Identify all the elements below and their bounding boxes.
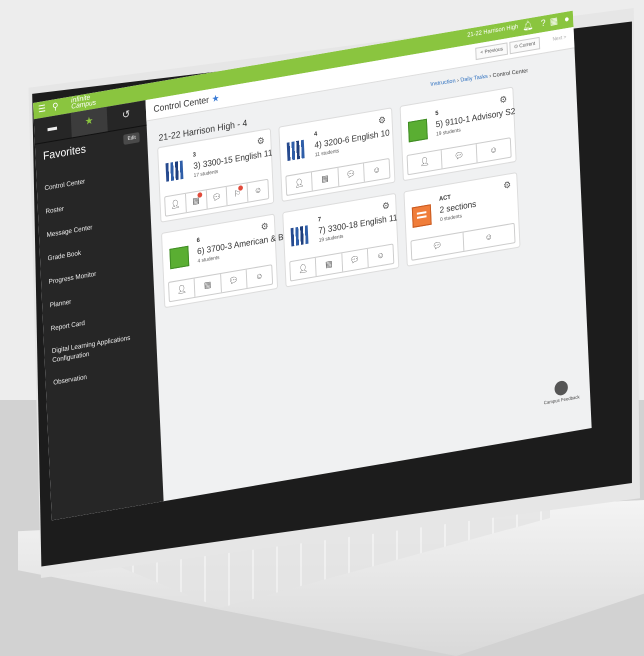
sidebar-item-control-center[interactable]: Control Center <box>44 178 85 192</box>
sidebar: ▬ ★ ↺ Favorites Edit Control Center Rost… <box>33 100 164 521</box>
gear-icon[interactable]: ⚙ <box>257 135 265 148</box>
gear-icon[interactable]: ⚙ <box>499 94 507 107</box>
card-section-name[interactable]: 3) 3300-15 English 11 <box>193 147 272 171</box>
card-student-count: 0 students <box>439 213 463 224</box>
messages-icon[interactable]: 💬︎ <box>220 269 248 293</box>
menu-icon[interactable]: ☰ <box>38 103 46 116</box>
sidebar-item-planner[interactable]: Planner <box>50 299 72 310</box>
messages-icon[interactable]: 💬︎ <box>341 248 369 272</box>
gradebook-icon[interactable]: ▤ <box>316 253 343 277</box>
card-period: 7 <box>317 216 322 224</box>
bell-icon[interactable]: 🔔︎ <box>522 20 533 33</box>
green-square-icon <box>407 118 428 143</box>
sidebar-item-observation[interactable]: Observation <box>53 374 87 387</box>
card-period: ACT <box>439 194 451 203</box>
card-actions: 👤︎ ▤ 💬︎ ⚐ ☺ <box>164 178 270 217</box>
apps-grid-icon[interactable]: ▦ <box>550 15 559 28</box>
books-icon <box>286 139 305 162</box>
card-actions: 👤︎ 💬︎ ☺ <box>406 137 512 176</box>
roster-icon[interactable]: 👤︎ <box>290 257 317 281</box>
section-card[interactable]: ⚙ 5 5) 9110-1 Advisory S2 19 students 👤︎… <box>399 86 517 182</box>
help-icon[interactable]: ? <box>541 17 546 28</box>
main-content: Control Center ★ < Previous ⊙ Current Nex… <box>145 26 591 501</box>
card-section-name[interactable]: 6) 3700-3 American & British... <box>197 229 296 256</box>
user-icon[interactable]: ● <box>564 13 570 24</box>
page-title: Control Center ★ <box>153 92 220 115</box>
current-button[interactable]: ⊙ Current <box>509 36 541 55</box>
messages-icon[interactable]: 💬︎ <box>441 144 478 169</box>
campus-feedback-button[interactable]: Campus Feedback <box>542 378 581 406</box>
behavior-icon[interactable]: ☺ <box>364 159 390 182</box>
behavior-icon[interactable]: ☺ <box>246 265 272 288</box>
attendance-icon[interactable]: ⚐ <box>227 183 249 206</box>
section-card[interactable]: ⚙ 6 6) 3700-3 American & British... 4 st… <box>161 213 296 309</box>
gear-icon[interactable]: ⚙ <box>378 114 386 127</box>
card-section-name[interactable]: 4) 3200-6 English 10 <box>314 127 390 150</box>
alert-badge <box>197 192 202 199</box>
alert-badge <box>238 185 244 191</box>
card-actions: 👤︎ ▤ 💬︎ ☺ <box>289 243 395 282</box>
gradebook-icon[interactable]: ▤ <box>312 167 339 191</box>
favorite-star-icon[interactable]: ★ <box>212 93 220 104</box>
sidebar-item-report-card[interactable]: Report Card <box>51 320 85 333</box>
sidebar-item-message-center[interactable]: Message Center <box>46 224 92 239</box>
gear-icon[interactable]: ⚙ <box>261 221 269 234</box>
roster-icon[interactable]: 👤︎ <box>286 172 313 195</box>
messages-icon[interactable]: 💬︎ <box>206 186 228 209</box>
card-period: 6 <box>196 237 201 245</box>
folder-tab-icon[interactable]: ▬ <box>34 113 71 144</box>
card-actions: 👤︎ ▤ 💬︎ ☺ <box>285 157 391 197</box>
card-period: 4 <box>313 131 318 138</box>
green-square-icon <box>169 245 190 270</box>
roster-icon[interactable]: 👤︎ <box>165 193 187 216</box>
card-period: 5 <box>435 110 439 118</box>
card-student-count: 11 students <box>314 148 340 159</box>
history-tab-icon[interactable]: ↺ <box>108 100 145 131</box>
gradebook-icon[interactable]: ▤ <box>185 190 208 213</box>
behavior-icon[interactable]: ☺ <box>368 245 394 268</box>
sidebar-item-progress-monitor[interactable]: Progress Monitor <box>49 271 97 286</box>
sidebar-item-grade-book[interactable]: Grade Book <box>48 250 82 263</box>
card-student-count: 17 students <box>193 168 219 180</box>
feedback-bubble-icon <box>554 379 569 397</box>
card-student-count: 19 students <box>436 127 461 138</box>
books-icon <box>290 225 309 247</box>
section-card[interactable]: ⚙ 4 4) 3200-6 English 10 11 students 👤︎ … <box>278 107 396 203</box>
search-icon[interactable]: ⚲ <box>52 101 59 113</box>
orange-doc-icon <box>411 204 432 228</box>
section-card[interactable]: ⚙ ACT 2 sections 0 students 💬︎ ☺ <box>403 172 521 267</box>
section-card[interactable]: ⚙ 7 7) 3300-18 English 11 19 students 👤︎… <box>282 192 400 288</box>
roster-icon[interactable]: 👤︎ <box>169 278 196 302</box>
card-student-count: 19 students <box>318 233 344 244</box>
edit-favorites-button[interactable]: Edit <box>123 132 140 145</box>
sidebar-item-roster[interactable]: Roster <box>45 205 64 215</box>
messages-icon[interactable]: 💬︎ <box>411 232 464 260</box>
roster-icon[interactable]: 👤︎ <box>407 149 443 175</box>
gear-icon[interactable]: ⚙ <box>503 179 511 192</box>
previous-button[interactable]: < Previous <box>475 42 508 61</box>
behavior-icon[interactable]: ☺ <box>463 224 514 251</box>
favorites-tab-icon[interactable]: ★ <box>70 106 108 138</box>
card-section-name[interactable]: 5) 9110-1 Advisory S2 <box>436 106 516 130</box>
next-button[interactable]: Next > <box>549 32 571 46</box>
favorites-title: Favorites <box>42 143 87 163</box>
card-student-count: 4 students <box>197 254 220 265</box>
behavior-icon[interactable]: ☺ <box>476 138 510 162</box>
books-icon <box>165 160 184 182</box>
section-card[interactable]: ⚙ 3 3) 3300-15 English 11 17 students 👤︎… <box>157 127 275 223</box>
gradebook-icon[interactable]: ▤ <box>194 274 222 297</box>
card-period: 3 <box>192 152 197 159</box>
card-actions: 👤︎ ▤ 💬︎ ☺ <box>168 264 274 303</box>
card-section-name[interactable]: 7) 3300-18 English 11 <box>318 212 397 236</box>
card-actions: 💬︎ ☺ <box>410 222 516 261</box>
gear-icon[interactable]: ⚙ <box>382 200 390 213</box>
sidebar-item-digital-learning[interactable]: Digital Learning Applications <box>52 335 131 356</box>
behavior-icon[interactable]: ☺ <box>248 180 269 202</box>
messages-icon[interactable]: 💬︎ <box>337 163 365 187</box>
